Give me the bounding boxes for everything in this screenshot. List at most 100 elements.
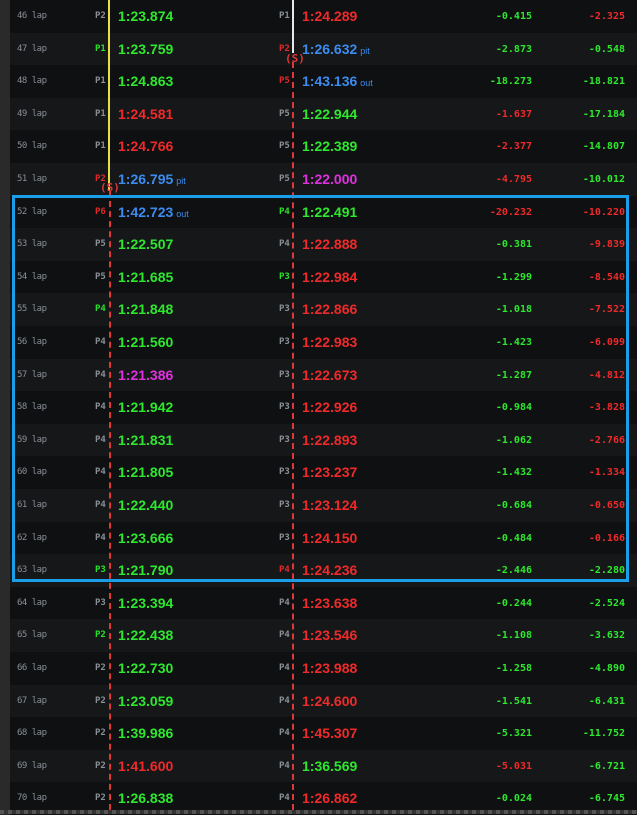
- driver1-position: P2: [95, 630, 106, 641]
- table-row: 65 lap P2 1:22.438 P4 1:23.546 -1.108 -3.632: [10, 619, 637, 653]
- driver1-position: P2: [95, 728, 106, 739]
- driver2-lap-time-value: 1:45.307: [302, 725, 358, 742]
- cumulative-gap: -6.721: [588, 760, 625, 772]
- lap-delta: -5.031: [495, 760, 532, 772]
- driver2-lap-time: 1:22.389: [302, 130, 357, 163]
- driver2-position: P1: [279, 11, 290, 21]
- driver2-position: P5: [279, 108, 290, 119]
- lap-number: 67 lap: [17, 695, 47, 706]
- lap-delta: -2.377: [495, 141, 532, 153]
- driver1-lap-time: 1:23.874: [118, 0, 173, 33]
- cumulative-gap: -6.431: [588, 695, 625, 707]
- driver2-position: P4: [279, 695, 290, 706]
- driver2-lap-time-value: 1:24.289: [302, 8, 358, 24]
- table-row: 49 lap P1 1:24.581 P5 1:22.944 -1.637 -17.184: [10, 97, 637, 131]
- driver2-lap-time-value: 1:23.988: [302, 660, 358, 676]
- driver1-lap-time: 1:24.766: [118, 130, 173, 163]
- driver2-position: P5: [279, 141, 290, 152]
- cumulative-gap: -0.548: [588, 43, 625, 55]
- driver2-lap-time-value: 1:24.600: [302, 692, 358, 709]
- lap-number: 64 lap: [17, 597, 47, 608]
- lap-number: 47 lap: [17, 43, 47, 54]
- lap-delta: -1.108: [495, 630, 532, 642]
- driver2-lap-time-value: 1:22.000: [302, 171, 358, 187]
- lap-delta: -2.873: [495, 43, 532, 55]
- driver2-stop-marker: (S): [285, 52, 305, 65]
- driver2-lap-time: 1:36.569: [302, 750, 357, 783]
- table-row: 68 lap P2 1:39.986 P4 1:45.307 -5.321 -11.752: [10, 717, 637, 751]
- lap-delta: -1.541: [495, 695, 532, 707]
- driver1-lap-time-value: 1:39.986: [118, 725, 174, 742]
- driver2-lap-tag: pit: [360, 45, 370, 56]
- driver2-position: P4: [279, 760, 290, 771]
- driver2-position: P4: [279, 728, 290, 739]
- driver2-lap-time: 1:23.546: [302, 619, 357, 652]
- lap-number: 48 lap: [17, 76, 47, 87]
- driver1-lap-tag: pit: [176, 176, 186, 186]
- driver1-position: P1: [95, 141, 106, 152]
- table-row: 48 lap P1 1:24.863 P5 1:43.136 out -18.273 -18.…: [10, 65, 637, 99]
- driver2-lap-time: 1:24.289: [302, 0, 357, 33]
- driver1-lap-time: 1:41.600: [118, 750, 173, 783]
- driver1-lap-time: 1:22.730: [118, 652, 173, 685]
- driver2-stint-line: [292, 0, 294, 53]
- lap-delta: -1.258: [495, 663, 532, 674]
- driver2-position: P4: [279, 597, 290, 608]
- driver2-lap-time: 1:26.632 pit: [302, 33, 370, 66]
- driver1-lap-time-value: 1:41.600: [118, 757, 174, 774]
- driver2-lap-time-value: 1:36.569: [302, 757, 358, 774]
- driver2-lap-time: 1:24.600: [302, 685, 357, 718]
- table-row: 47 lap P1 1:23.759 P2 1:26.632 pit -2.873 -0.54…: [10, 32, 637, 66]
- lap-delta: -5.321: [495, 728, 532, 740]
- cumulative-gap: -3.632: [588, 630, 625, 642]
- cumulative-gap: -10.012: [582, 174, 625, 185]
- driver1-lap-time: 1:23.394: [118, 587, 173, 620]
- driver2-lap-time-value: 1:23.638: [302, 594, 358, 611]
- driver1-position: P2: [95, 695, 106, 706]
- lap-delta: -18.273: [489, 76, 532, 88]
- driver1-lap-time-value: 1:22.730: [118, 660, 174, 676]
- driver1-lap-time-value: 1:23.059: [118, 692, 174, 709]
- lap-number: 49 lap: [17, 108, 47, 119]
- driver2-lap-tag: out: [360, 78, 373, 89]
- driver2-lap-time-value: 1:22.944: [302, 105, 358, 122]
- driver2-lap-time-value: 1:26.632: [302, 40, 358, 57]
- cumulative-gap: -18.821: [582, 76, 625, 88]
- driver2-lap-time: 1:23.638: [302, 587, 357, 620]
- driver1-position: P2: [95, 760, 106, 771]
- bottom-scroll-edge: [0, 810, 637, 814]
- driver2-lap-time-value: 1:43.136: [302, 73, 358, 90]
- table-row: 66 lap P2 1:22.730 P4 1:23.988 -1.258 -4.890: [10, 652, 637, 685]
- driver2-lap-time-value: 1:22.389: [302, 138, 358, 155]
- driver1-lap-time: 1:22.438: [118, 619, 173, 652]
- driver2-lap-time: 1:22.944: [302, 98, 357, 131]
- lap-delta: -0.244: [495, 597, 532, 609]
- driver2-lap-time: 1:23.988: [302, 652, 357, 685]
- driver1-lap-time: 1:23.759: [118, 33, 173, 66]
- cumulative-gap: -4.890: [588, 663, 625, 674]
- lap-number: 65 lap: [17, 630, 47, 641]
- driver2-position: P4: [279, 663, 290, 673]
- driver1-lap-time-value: 1:23.759: [118, 40, 174, 57]
- driver1-lap-time-value: 1:24.766: [118, 138, 174, 155]
- table-row: 46 lap P2 1:23.874 P1 1:24.289 -0.415 -2.325: [10, 0, 637, 33]
- driver1-lap-time-value: 1:22.438: [118, 627, 174, 644]
- driver1-position: P3: [95, 597, 106, 608]
- driver1-lap-time-value: 1:23.394: [118, 594, 174, 611]
- cumulative-gap: -2.524: [588, 597, 625, 609]
- driver1-position: P1: [95, 76, 106, 87]
- highlight-box: [12, 195, 629, 582]
- driver1-lap-time: 1:39.986: [118, 717, 173, 750]
- driver1-position: P2: [95, 11, 106, 21]
- table-row: 50 lap P1 1:24.766 P5 1:22.389 -2.377 -14.807: [10, 130, 637, 164]
- driver1-lap-time: 1:24.581: [118, 98, 173, 131]
- driver2-position: P5: [279, 76, 290, 87]
- lap-delta: -4.795: [495, 174, 532, 185]
- lap-delta: -1.637: [495, 108, 532, 120]
- lap-comparison-board: 46 lap P2 1:23.874 P1 1:24.289 -0.415 -2.325 47…: [10, 0, 637, 815]
- driver1-lap-time: 1:24.863: [118, 65, 173, 98]
- driver1-lap-time-value: 1:24.581: [118, 105, 174, 122]
- lap-number: 50 lap: [17, 141, 47, 152]
- driver1-position: P1: [95, 108, 106, 119]
- driver1-position: P2: [95, 663, 106, 673]
